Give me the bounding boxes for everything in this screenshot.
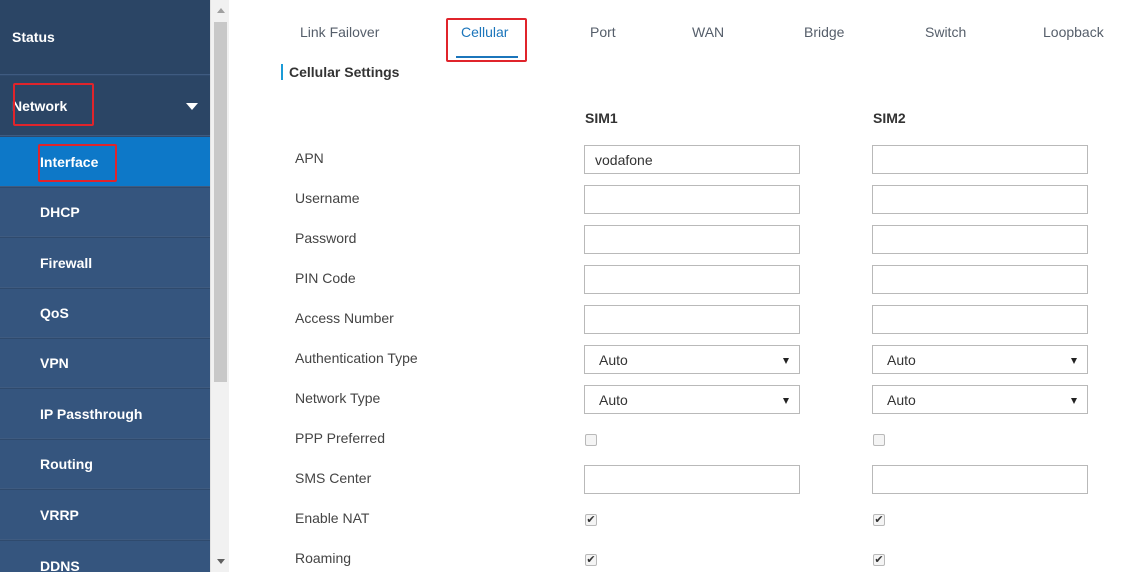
roaming-sim1-checkbox[interactable]: ✔ bbox=[585, 554, 597, 566]
apn-label: APN bbox=[295, 150, 324, 166]
select-value: Auto bbox=[887, 391, 916, 408]
sidebar-item-ddns[interactable]: DDNS bbox=[0, 541, 210, 572]
sidebar-item-label: VRRP bbox=[40, 506, 79, 523]
scroll-thumb[interactable] bbox=[214, 22, 227, 382]
interface-item-highlight bbox=[38, 144, 117, 182]
sidebar-item-vpn[interactable]: VPN bbox=[0, 339, 210, 388]
username-label: Username bbox=[295, 190, 360, 206]
enable-nat-sim2-checkbox[interactable]: ✔ bbox=[873, 514, 885, 526]
tab-loopback[interactable]: Loopback bbox=[1043, 24, 1104, 40]
scroll-down-arrow-icon[interactable] bbox=[217, 559, 225, 564]
sms-center-sim1-input[interactable] bbox=[584, 465, 800, 494]
username-sim1-input[interactable] bbox=[584, 185, 800, 214]
dropdown-arrow-icon bbox=[1071, 398, 1077, 404]
sidebar-item-status[interactable]: Status bbox=[0, 0, 210, 75]
enable-nat-label: Enable NAT bbox=[295, 510, 370, 526]
sidebar-item-label: DDNS bbox=[40, 557, 80, 572]
network-type-sim2-select[interactable]: Auto bbox=[872, 385, 1088, 414]
tab-bridge[interactable]: Bridge bbox=[804, 24, 844, 40]
sidebar-item-qos[interactable]: QoS bbox=[0, 289, 210, 338]
chevron-down-icon bbox=[186, 102, 198, 110]
network-type-sim1-select[interactable]: Auto bbox=[584, 385, 800, 414]
sidebar-item-ip-passthrough[interactable]: IP Passthrough bbox=[0, 389, 210, 439]
pin-code-label: PIN Code bbox=[295, 270, 356, 286]
authentication-type-sim2-select[interactable]: Auto bbox=[872, 345, 1088, 374]
access-number-sim2-input[interactable] bbox=[872, 305, 1088, 334]
section-title: Cellular Settings bbox=[289, 64, 400, 80]
sidebar-item-label: VPN bbox=[40, 355, 69, 371]
pin-code-sim2-input[interactable] bbox=[872, 265, 1088, 294]
network-item-highlight bbox=[13, 83, 94, 126]
username-sim2-input[interactable] bbox=[872, 185, 1088, 214]
scroll-up-arrow-icon[interactable] bbox=[217, 8, 225, 13]
select-value: Auto bbox=[599, 351, 628, 368]
ppp-preferred-sim1-checkbox[interactable] bbox=[585, 434, 597, 446]
apn-sim1-input[interactable] bbox=[584, 145, 800, 174]
column-header-sim1: SIM1 bbox=[585, 110, 618, 126]
column-header-sim2: SIM2 bbox=[873, 110, 906, 126]
sidebar-item-label: Firewall bbox=[40, 254, 93, 271]
access-number-sim1-input[interactable] bbox=[584, 305, 800, 334]
access-number-label: Access Number bbox=[295, 310, 394, 326]
sidebar-item-firewall[interactable]: Firewall bbox=[0, 238, 210, 288]
password-sim1-input[interactable] bbox=[584, 225, 800, 254]
enable-nat-sim1-checkbox[interactable]: ✔ bbox=[585, 514, 597, 526]
sms-center-label: SMS Center bbox=[295, 470, 372, 486]
dropdown-arrow-icon bbox=[1071, 358, 1077, 364]
roaming-label: Roaming bbox=[295, 550, 352, 566]
tab-port[interactable]: Port bbox=[590, 24, 616, 40]
select-value: Auto bbox=[599, 391, 628, 408]
sidebar-item-dhcp[interactable]: DHCP bbox=[0, 188, 210, 237]
sidebar-item-label: Routing bbox=[40, 456, 93, 472]
sidebar-item-label: DHCP bbox=[40, 204, 80, 220]
dropdown-arrow-icon bbox=[783, 398, 789, 404]
sidebar-item-label: QoS bbox=[40, 305, 69, 321]
network-type-label: Network Type bbox=[295, 390, 381, 406]
sms-center-sim2-input[interactable] bbox=[872, 465, 1088, 494]
sidebar-item-vrrp[interactable]: VRRP bbox=[0, 490, 210, 540]
authentication-type-sim1-select[interactable]: Auto bbox=[584, 345, 800, 374]
sidebar-scrollbar[interactable] bbox=[210, 0, 229, 572]
select-value: Auto bbox=[887, 351, 916, 368]
tab-wan[interactable]: WAN bbox=[692, 24, 724, 40]
sidebar-item-label: Status bbox=[12, 29, 55, 45]
pin-code-sim1-input[interactable] bbox=[584, 265, 800, 294]
tab-link-failover[interactable]: Link Failover bbox=[300, 24, 379, 40]
section-title-marker bbox=[281, 64, 283, 80]
sidebar-item-label: IP Passthrough bbox=[40, 405, 143, 422]
authentication-type-label: Authentication Type bbox=[295, 350, 418, 366]
sidebar-item-routing[interactable]: Routing bbox=[0, 440, 210, 489]
dropdown-arrow-icon bbox=[783, 358, 789, 364]
ppp-preferred-label: PPP Preferred bbox=[295, 430, 386, 446]
password-sim2-input[interactable] bbox=[872, 225, 1088, 254]
cellular-tab-highlight bbox=[446, 18, 527, 62]
roaming-sim2-checkbox[interactable]: ✔ bbox=[873, 554, 885, 566]
password-label: Password bbox=[295, 230, 357, 246]
tab-switch[interactable]: Switch bbox=[925, 24, 966, 40]
apn-sim2-input[interactable] bbox=[872, 145, 1088, 174]
ppp-preferred-sim2-checkbox[interactable] bbox=[873, 434, 885, 446]
